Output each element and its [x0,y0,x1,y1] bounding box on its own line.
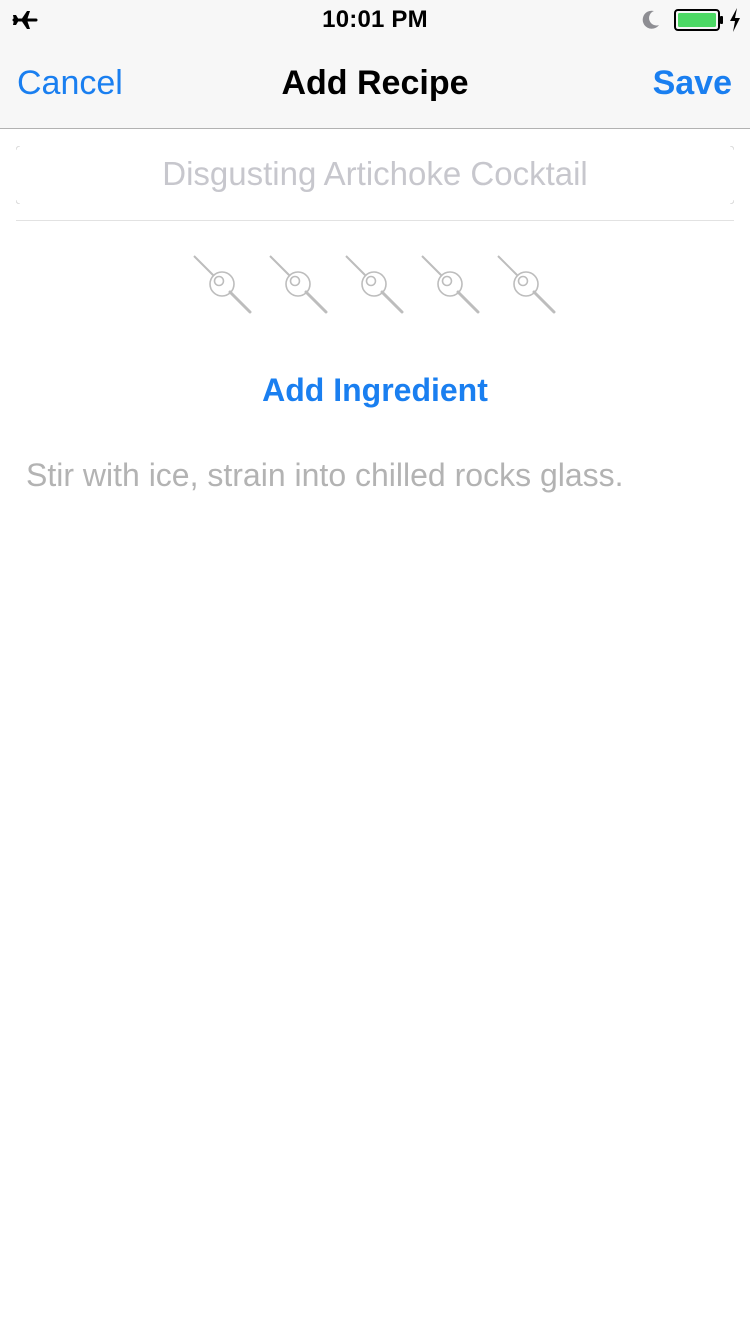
status-bar: 10:01 PM [0,0,750,40]
moon-icon [642,10,659,29]
battery-icon [674,9,723,31]
cocktail-pick-olive-icon[interactable] [268,254,328,314]
cocktail-pick-olive-icon[interactable] [496,254,556,314]
rating-control[interactable] [192,254,560,314]
charge-icon [730,8,740,32]
save-button[interactable]: Save [653,64,732,103]
cocktail-pick-olive-icon[interactable] [420,254,480,314]
status-time: 10:01 PM [322,6,428,33]
add-ingredient-button[interactable]: Add Ingredient [0,372,750,409]
cocktail-pick-olive-icon[interactable] [344,254,404,314]
page-title: Add Recipe [281,64,469,102]
navigation-bar: Cancel Add Recipe Save [0,40,750,129]
recipe-name-field[interactable] [16,146,734,206]
divider [16,220,734,221]
recipe-name-input[interactable] [16,146,734,202]
instructions-field[interactable]: Stir with ice, strain into chilled rocks… [26,455,726,495]
cocktail-pick-olive-icon[interactable] [192,254,252,314]
